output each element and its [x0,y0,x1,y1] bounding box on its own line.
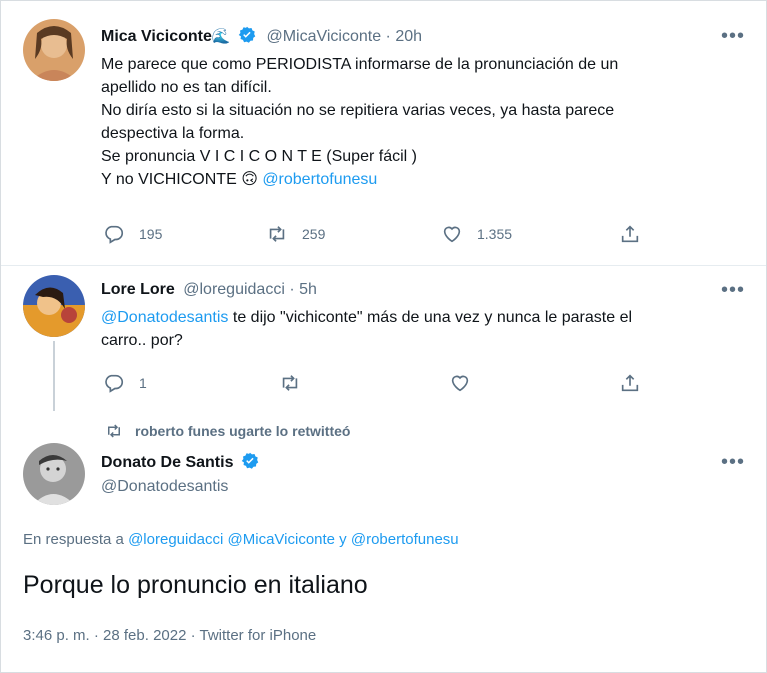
tweet-text: @Donatodesantis te dijo "vichiconte" más… [101,306,632,352]
verified-icon [238,26,256,49]
like-icon [451,375,469,392]
verified-icon [241,452,259,475]
tweet-text: Porque lo pronuncio en italiano [23,571,368,599]
mention-link[interactable]: @robertofunesu [262,171,377,188]
tweet-line: Se pronuncia V I C I C O N T E (Super fá… [101,148,417,165]
handle-time[interactable]: @MicaViciconte · 20h [266,28,422,45]
tweet-line: apellido no es tan difícil. [101,79,272,96]
reply-count: 195 [139,226,163,242]
tweet-text: Me parece que como PERIODISTA informarse… [101,53,618,191]
tweet-line: carro.. por? [101,332,183,349]
more-icon[interactable]: ••• [721,280,745,300]
reply-prefix: En respuesta a [23,531,129,548]
thread-line [53,341,55,411]
tweet-thread: Mica Viciconte🌊 @MicaViciconte · 20h •••… [0,0,767,673]
avatar-mica[interactable] [23,19,85,81]
retweet-icon [108,424,120,438]
retweet-banner-text: roberto funes ugarte lo retwitteó [135,423,351,439]
wave-emoji: 🌊 [211,28,231,45]
reply-icon [105,374,124,393]
more-icon[interactable]: ••• [721,452,745,472]
divider [1,265,766,266]
reply-icon [105,225,124,244]
share-icon [621,225,639,243]
author-name[interactable]: Lore Lore [101,281,175,298]
retweet-count: 259 [302,226,326,242]
handle-time[interactable]: @loreguidacci · 5h [183,281,317,298]
tweet-line: No diría esto si la situación no se repi… [101,102,615,119]
share-button[interactable] [619,372,641,394]
retweet-banner[interactable]: roberto funes ugarte lo retwitteó [105,422,350,440]
share-button[interactable] [619,223,641,245]
reply-button[interactable]: 195 [103,223,162,245]
like-count: 1.355 [477,226,513,242]
author-name[interactable]: Donato De Santis [101,454,233,471]
retweet-button[interactable] [279,372,301,394]
avatar-lore[interactable] [23,275,85,337]
more-icon[interactable]: ••• [721,26,745,46]
retweet-icon [269,226,285,242]
tweet-line: te dijo "vichiconte" más de una vez y nu… [228,309,633,326]
tweet-line: Y no VICHICONTE 🙃 [101,171,263,188]
retweet-icon [282,375,298,391]
like-button[interactable]: 1.355 [441,223,512,245]
like-icon [443,226,461,243]
avatar-donato[interactable] [23,443,85,505]
tweet-meta[interactable]: 3:46 p. m. · 28 feb. 2022 · Twitter for … [23,627,316,644]
reply-count: 1 [139,375,147,391]
share-icon [621,374,639,392]
reply-mentions[interactable]: @loreguidacci @MicaViciconte y @robertof… [128,531,459,548]
reply-button[interactable]: 1 [103,372,147,394]
retweet-button[interactable]: 259 [266,223,325,245]
tweet-line: despectiva la forma. [101,125,245,142]
author-name[interactable]: Mica Viciconte [101,28,212,45]
mention-link[interactable]: @Donatodesantis [101,309,228,326]
like-button[interactable] [449,372,471,394]
tweet-line: Me parece que como PERIODISTA informarse… [101,56,619,73]
handle[interactable]: @Donatodesantis [101,478,228,496]
